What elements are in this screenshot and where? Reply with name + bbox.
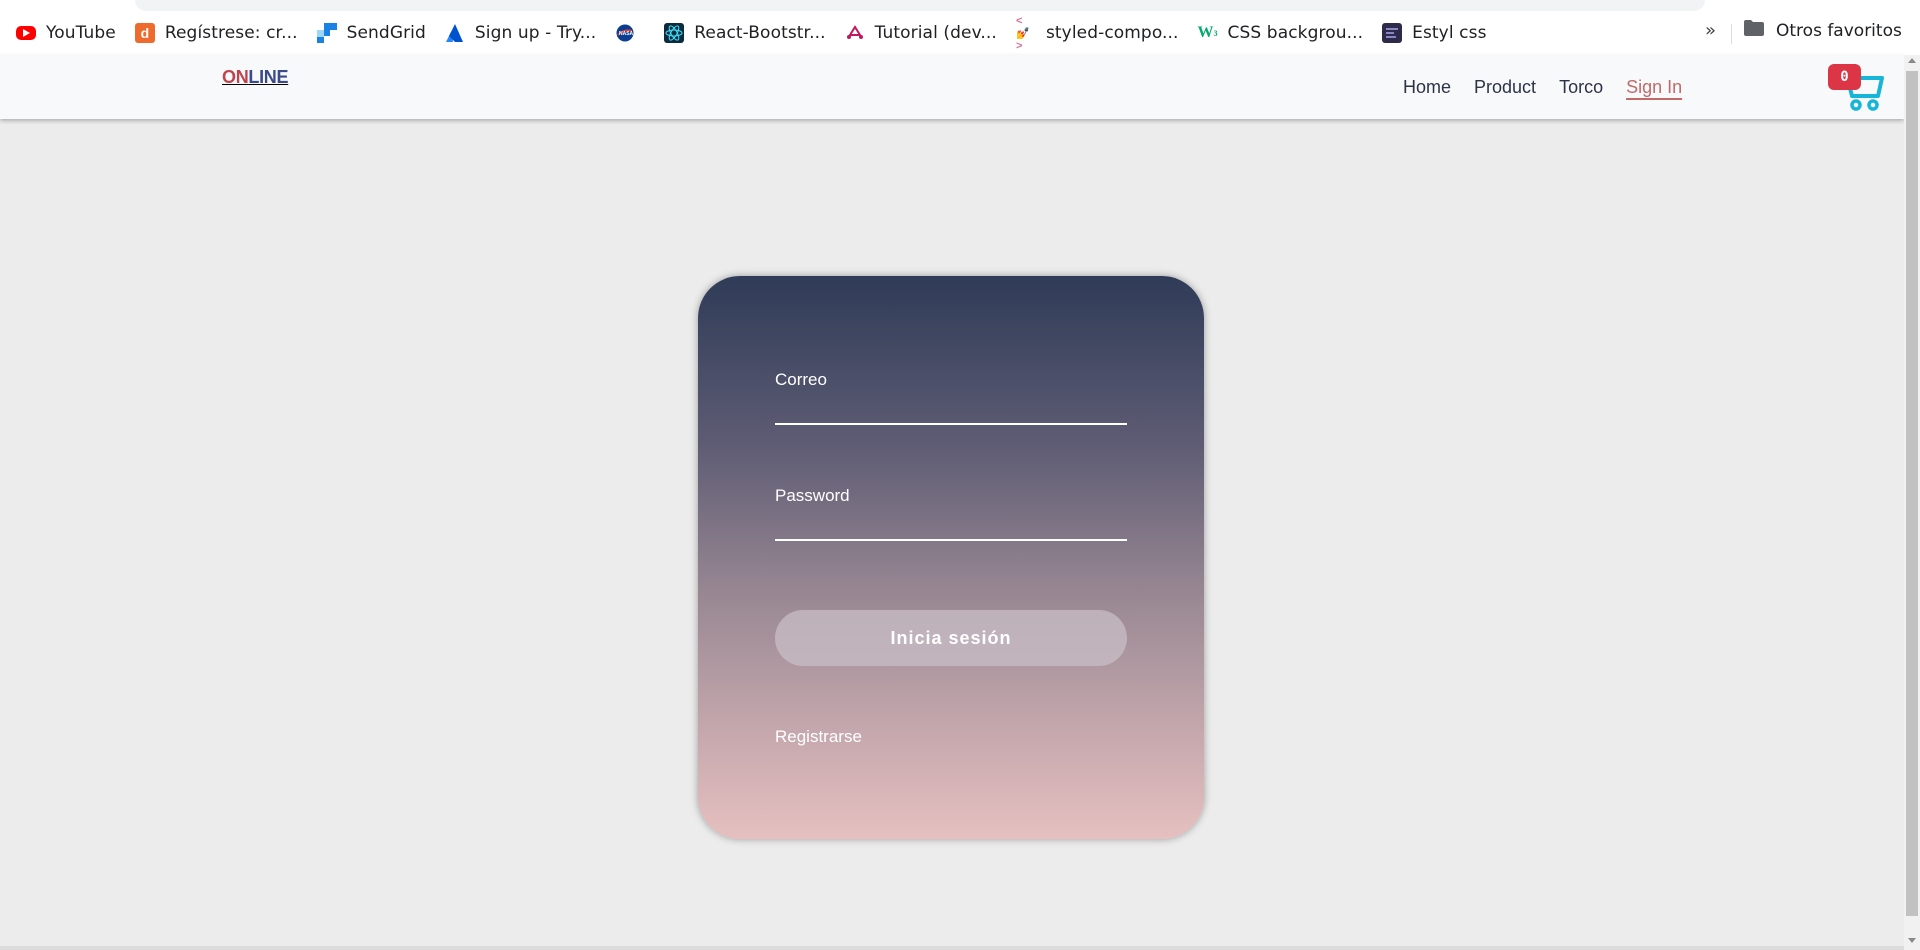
page-scrollbar[interactable]	[1904, 55, 1920, 950]
password-label: Password	[775, 486, 850, 505]
bookmark-sendgrid[interactable]: SendGrid	[316, 23, 426, 43]
bookmark-label: Sign up - Try...	[474, 23, 597, 43]
nav-links: Home Product Torco Sign In	[1403, 77, 1705, 98]
site-thumbnail-icon	[1382, 23, 1403, 43]
bookmark-list: YouTube d Regístrese: cr... SendGrid Sig…	[16, 14, 1506, 52]
d-letter-icon: d	[134, 23, 155, 43]
register-link[interactable]: Registrarse	[775, 727, 862, 747]
password-underline	[775, 539, 1127, 541]
brand-logo[interactable]: ONLINE	[222, 67, 289, 88]
react-bootstrap-icon	[664, 23, 685, 43]
bookmark-label: YouTube	[46, 23, 116, 43]
horizontal-scroll-edge	[0, 946, 1904, 950]
login-submit-button[interactable]: Inicia sesión	[775, 610, 1127, 666]
nav-link-home[interactable]: Home	[1403, 77, 1451, 98]
scroll-up-arrow-icon[interactable]	[1908, 58, 1916, 63]
nav-link-torco[interactable]: Torco	[1559, 77, 1603, 98]
cart-count-badge: 0	[1828, 64, 1861, 90]
bookmark-tutorial[interactable]: Tutorial (dev...	[845, 23, 997, 43]
bookmarks-bar: YouTube d Regístrese: cr... SendGrid Sig…	[0, 0, 1920, 55]
email-underline	[775, 423, 1127, 425]
bookmark-youtube[interactable]: YouTube	[16, 23, 116, 43]
other-bookmarks-folder[interactable]: Otros favoritos	[1744, 20, 1902, 41]
email-label: Correo	[775, 370, 827, 389]
youtube-icon	[16, 26, 36, 40]
svg-text:NASA: NASA	[619, 31, 634, 37]
address-bar-edge	[135, 0, 1705, 11]
nasa-icon: NASA	[615, 23, 635, 43]
navbar: ONLINE Home Product Torco Sign In 0	[0, 55, 1904, 119]
bookmark-label: styled-compo...	[1045, 23, 1179, 43]
bookmark-label: Estyl css	[1412, 23, 1487, 43]
folder-label: Otros favoritos	[1776, 20, 1902, 41]
scroll-thumb[interactable]	[1906, 71, 1918, 916]
bookmark-styled-components[interactable]: <💅> styled-compo...	[1015, 14, 1179, 52]
sendgrid-icon	[316, 23, 337, 43]
atlassian-icon	[445, 23, 465, 43]
bookmark-label: Regístrese: cr...	[164, 23, 298, 43]
bookmarks-overflow-button[interactable]: »	[1705, 20, 1716, 41]
tutorial-icon	[845, 23, 865, 43]
bookmark-estyl-css[interactable]: Estyl css	[1382, 23, 1486, 43]
bookmark-label: CSS backgrou...	[1227, 23, 1364, 43]
brand-line-text: LINE	[248, 67, 289, 87]
bookmark-registrese[interactable]: d Regístrese: cr...	[134, 23, 298, 43]
w3schools-icon: W3	[1197, 24, 1218, 41]
nav-link-sign-in[interactable]: Sign In	[1626, 77, 1682, 98]
bookmark-react-bootstrap[interactable]: React-Bootstr...	[664, 23, 825, 43]
folder-icon	[1744, 20, 1764, 41]
scroll-down-arrow-icon[interactable]	[1908, 938, 1916, 943]
bookmark-nasa[interactable]: NASA	[615, 23, 645, 43]
bookmarks-divider	[1731, 24, 1732, 44]
brand-on-text: ON	[222, 67, 249, 87]
nav-link-product[interactable]: Product	[1474, 77, 1536, 98]
bookmark-label: SendGrid	[346, 23, 426, 43]
bookmark-label: Tutorial (dev...	[874, 23, 997, 43]
bookmark-signup[interactable]: Sign up - Try...	[445, 23, 596, 43]
login-card: Correo Password Inicia sesión Registrars…	[698, 276, 1204, 839]
styled-components-icon: <💅>	[1015, 14, 1030, 52]
bookmark-css-background[interactable]: W3 CSS backgrou...	[1198, 23, 1364, 43]
bookmark-label: React-Bootstr...	[694, 23, 826, 43]
